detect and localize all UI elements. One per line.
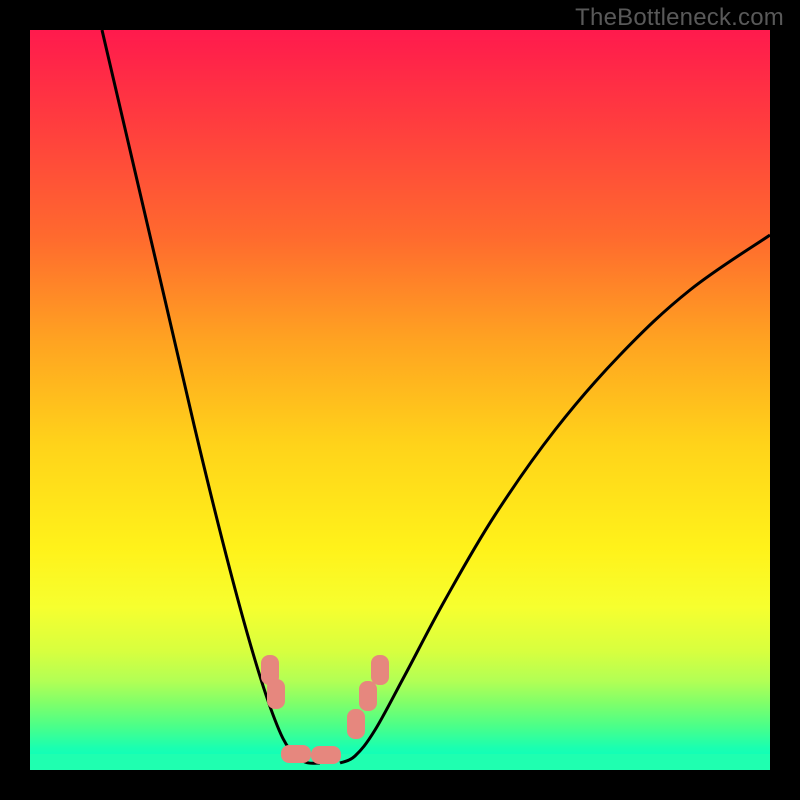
left-curve: [102, 30, 320, 763]
curve-marker: [359, 681, 377, 711]
curve-marker: [311, 746, 341, 764]
plot-area: [30, 30, 770, 770]
watermark-text: TheBottleneck.com: [575, 4, 784, 32]
marker-group: [261, 655, 389, 764]
curve-marker: [281, 745, 311, 763]
right-curve: [340, 235, 770, 763]
curves-svg: [30, 30, 770, 770]
curve-marker: [371, 655, 389, 685]
curve-marker: [267, 679, 285, 709]
chart-frame: TheBottleneck.com: [0, 0, 800, 800]
curve-marker: [347, 709, 365, 739]
